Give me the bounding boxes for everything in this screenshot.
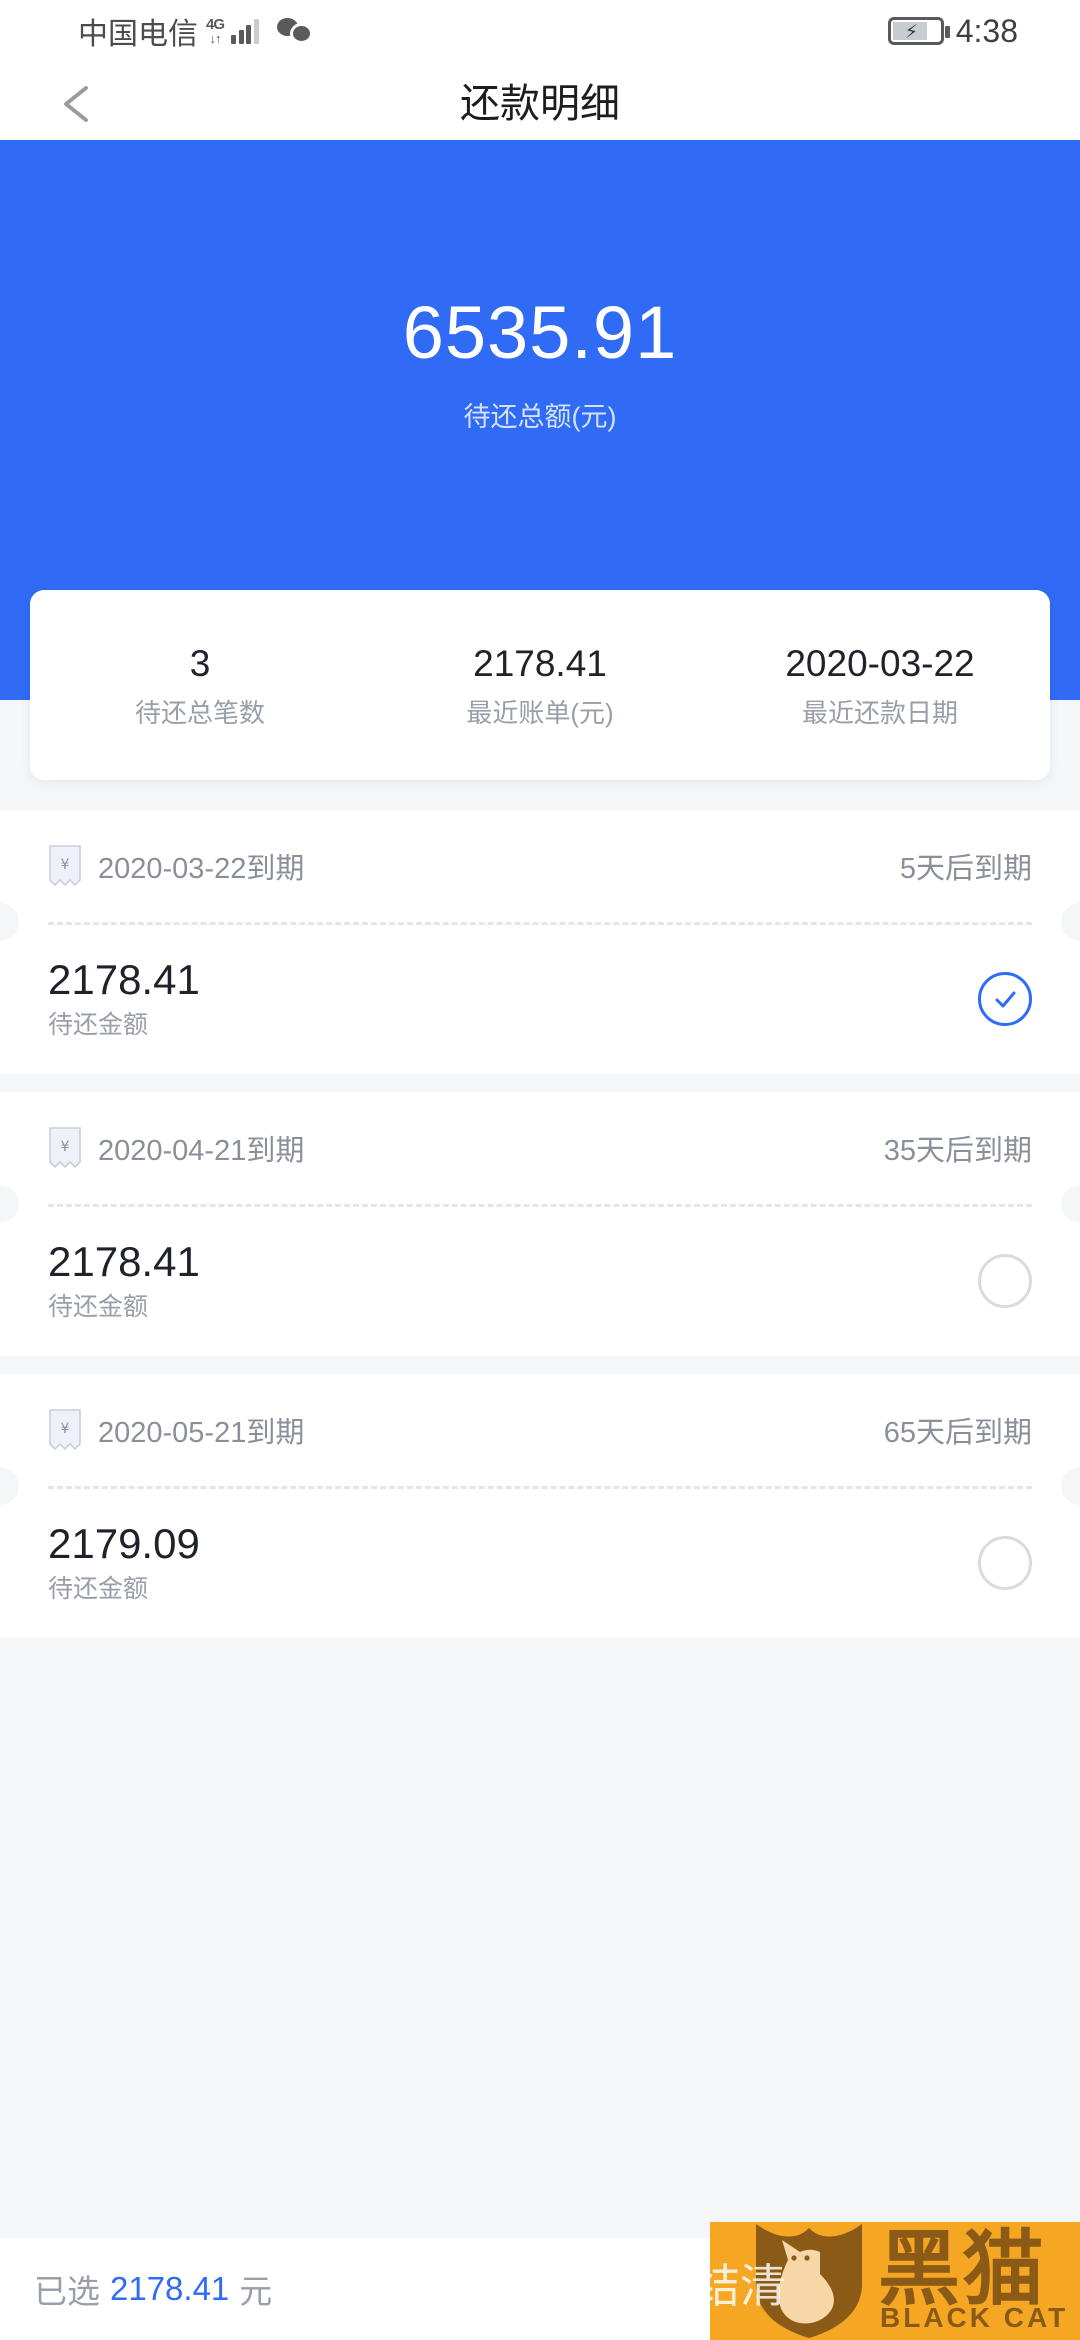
data-arrows-label: ↓↑ <box>209 31 222 46</box>
nav-bar: 还款明细 <box>0 62 1080 140</box>
stat-value: 3 <box>189 643 211 684</box>
bill-body: 2178.41 待还金额 <box>0 1206 1080 1356</box>
bill-amount-label: 待还金额 <box>48 1575 149 1603</box>
bill-select-checkbox[interactable] <box>978 1536 1032 1590</box>
bill-due-countdown: 65天后到期 <box>883 1417 1032 1449</box>
stat-value: 2020-03-22 <box>785 643 975 684</box>
bill-select-checkbox[interactable] <box>978 1254 1032 1308</box>
stats-card: 3 待还总笔数 2178.41 最近账单(元) 2020-03-22 最近还款日… <box>30 590 1050 780</box>
selected-unit-label: 元 <box>239 2273 273 2310</box>
bill-due-countdown: 5天后到期 <box>899 853 1032 885</box>
list-item[interactable]: ¥ 2020-03-22到期 5天后到期 2178.41 待还金额 <box>0 810 1080 1074</box>
bill-due-countdown: 35天后到期 <box>883 1135 1032 1167</box>
signal-bars-icon <box>231 18 259 44</box>
list-item[interactable]: ¥ 2020-04-21到期 35天后到期 2178.41 待还金额 <box>0 1092 1080 1356</box>
receipt-yuan-icon: ¥ <box>48 1408 82 1452</box>
selected-amount-value: 2178.41 <box>110 2270 230 2307</box>
bill-header: ¥ 2020-04-21到期 35天后到期 <box>0 1092 1080 1204</box>
status-bar-right: ⚡ 4:38 <box>887 12 1080 50</box>
network-type-label: 4G <box>206 16 225 33</box>
carrier-label: 中国电信 <box>78 18 198 51</box>
bill-header: ¥ 2020-03-22到期 5天后到期 <box>0 810 1080 922</box>
bill-header: ¥ 2020-05-21到期 65天后到期 <box>0 1374 1080 1486</box>
check-icon <box>995 991 1016 1008</box>
bill-due-date: 2020-05-21到期 <box>98 1417 305 1449</box>
bill-amount: 2178.41 <box>48 1238 200 1285</box>
svg-text:¥: ¥ <box>61 857 70 873</box>
bill-list: ¥ 2020-03-22到期 5天后到期 2178.41 待还金额 ¥ 2020… <box>0 810 1080 1656</box>
clock-label: 4:38 <box>955 12 1018 49</box>
bill-due-date: 2020-04-21到期 <box>98 1135 305 1167</box>
watermark-overlay: 黑猫 BLACK CAT 全部结清 <box>710 2222 1080 2340</box>
status-bar: 中国电信 4G ↓↑ ⚡ 4:38 <box>0 0 1080 62</box>
app-screen: 中国电信 4G ↓↑ ⚡ 4:38 还款明细 6535.91 待还总额(元) 3… <box>0 0 1080 2340</box>
bill-body: 2179.09 待还金额 <box>0 1488 1080 1638</box>
bill-select-checkbox[interactable] <box>978 972 1032 1026</box>
network-type-icon: 4G ↓↑ <box>206 16 225 46</box>
stat-label: 最近还款日期 <box>801 698 958 728</box>
total-due-amount: 6535.91 <box>402 291 678 374</box>
bill-amount: 2179.09 <box>48 1520 200 1567</box>
stat-item-latest-date: 2020-03-22 最近还款日期 <box>710 636 1050 734</box>
watermark-overlay-text: 全部结清 <box>710 2260 786 2312</box>
bill-amount-label: 待还金额 <box>48 1293 149 1321</box>
page-title: 还款明细 <box>460 82 620 126</box>
total-due-label: 待还总额(元) <box>463 402 617 432</box>
svg-text:¥: ¥ <box>61 1139 70 1155</box>
stat-label: 待还总笔数 <box>134 698 265 728</box>
bill-due-date: 2020-03-22到期 <box>98 853 305 885</box>
bill-amount-label: 待还金额 <box>48 1011 149 1039</box>
wechat-icon <box>276 18 315 44</box>
selected-prefix-label: 已选 <box>34 2273 100 2310</box>
svg-text:¥: ¥ <box>61 1421 70 1437</box>
stat-value: 2178.41 <box>473 643 607 684</box>
selected-total: 已选 2178.41 元 <box>0 2238 770 2340</box>
stat-label: 最近账单(元) <box>466 698 614 728</box>
bill-body: 2178.41 待还金额 <box>0 924 1080 1074</box>
receipt-yuan-icon: ¥ <box>48 1126 82 1170</box>
battery-charging-icon: ⚡ <box>887 17 950 45</box>
receipt-yuan-icon: ¥ <box>48 844 82 888</box>
status-bar-left: 中国电信 4G ↓↑ <box>0 9 315 53</box>
stat-item-count: 3 待还总笔数 <box>30 636 370 734</box>
stat-item-latest-bill: 2178.41 最近账单(元) <box>370 636 710 734</box>
bill-amount: 2178.41 <box>48 956 200 1003</box>
list-item[interactable]: ¥ 2020-05-21到期 65天后到期 2179.09 待还金额 <box>0 1374 1080 1638</box>
